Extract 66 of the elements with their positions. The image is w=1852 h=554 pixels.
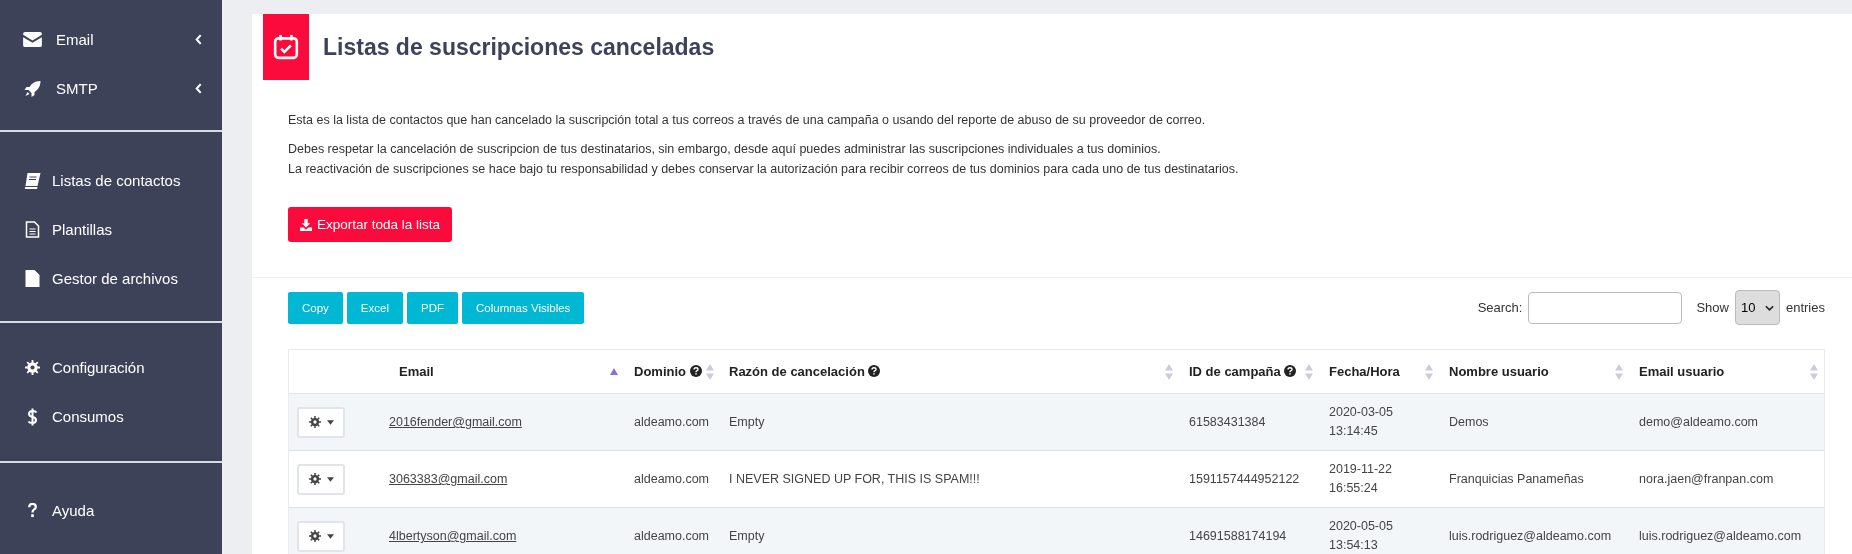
table-cell-text: 13:54:13 [1329, 537, 1379, 554]
column-header[interactable]: Razón de cancelación [719, 350, 1179, 394]
table-cell-text: 13:14:45 [1329, 423, 1379, 440]
gear-icon [308, 416, 321, 428]
description-text: Esta es la lista de contactos que han cancelado la suscripción total a tus correos a través de una campaña o usando del reporte de abuso de su proveedor de correo. [288, 112, 1207, 129]
actions-dropdown[interactable] [297, 463, 345, 495]
file-icon [23, 270, 42, 287]
table-cell: I NEVER SIGNED UP FOR, THIS IS SPAM!!! [729, 472, 980, 486]
show-label: Show [1696, 300, 1729, 315]
download-icon [300, 218, 312, 231]
gear-icon [308, 530, 321, 542]
table-cell: demo@aldeamo.com [1639, 415, 1758, 429]
sidebar-item[interactable]: Plantillas [0, 205, 222, 254]
table-cell: 61583431384 [1189, 415, 1266, 429]
table-cell: Franquicias Panameñas [1449, 472, 1584, 486]
search-label: Search: [1477, 300, 1523, 315]
page-size-select[interactable]: 10 [1734, 290, 1780, 325]
column-header[interactable]: Nombre usuario [1439, 350, 1629, 394]
actions-dropdown[interactable] [297, 520, 345, 552]
sidebar-item[interactable]: Configuración [0, 343, 222, 392]
table-cell: 1591157444952122 [1189, 472, 1300, 486]
page-title: Listas de suscripciones canceladas [323, 33, 715, 61]
sidebar-item[interactable]: SMTP [0, 64, 222, 113]
column-header[interactable]: ID de campaña [1179, 350, 1319, 394]
table-cell-text: 2019-11-22 [1329, 461, 1393, 478]
table-cell: aldeamo.com [634, 472, 710, 486]
gear-icon [23, 360, 42, 375]
envelope-icon [23, 32, 42, 47]
table-cell: luis.rodriguez@aldeamo.com [1449, 529, 1612, 543]
book-icon [23, 172, 42, 189]
caret-icon [326, 419, 334, 425]
table-cell: aldeamo.com [634, 415, 710, 429]
email-link[interactable]: 4lbertyson@gmail.com [389, 529, 517, 543]
gear-icon [308, 473, 321, 485]
sidebar-item[interactable]: Listas de contactos [0, 156, 222, 205]
export-button[interactable]: Exportar toda la lista [288, 207, 453, 242]
sidebar-item[interactable]: Ayuda [0, 486, 222, 535]
table-cell-text: 2020-03-05 [1329, 404, 1394, 421]
table-cell: luis.rodriguez@aldeamo.com [1639, 529, 1802, 543]
sidebar-item[interactable]: Consumos [0, 392, 222, 441]
entries-label: entries [1785, 300, 1825, 315]
column-header[interactable]: Fecha/Hora [1319, 350, 1439, 394]
column-header[interactable]: Dominio [624, 350, 719, 394]
sidebar-item[interactable]: Email [0, 15, 222, 64]
column-header[interactable]: Email usuario [1629, 350, 1824, 394]
caret-icon [326, 533, 334, 539]
document-icon [23, 221, 42, 238]
email-link[interactable]: 2016fender@gmail.com [389, 415, 522, 429]
actions-dropdown[interactable] [297, 406, 345, 438]
table-cell: Demos [1449, 415, 1489, 429]
chevron-down-icon [1764, 304, 1774, 311]
description-text: La reactivación de suscripciones se hace bajo tu responsabilidad y debes conservar la autorización para recibir correos de tus dominios para cada uno de tus destinatarios. [288, 161, 1240, 178]
sidebar-item[interactable]: Gestor de archivos [0, 254, 222, 303]
table-cell: nora.jaen@franpan.com [1639, 472, 1774, 486]
description-text: Debes respetar la cancelación de suscripcion de tus destinatarios, sin embargo, desde aquí puedes administrar las suscripciones individuales a tus dominios. [288, 141, 1162, 158]
table-cell-text: 16:55:24 [1329, 480, 1379, 497]
search-field[interactable] [1528, 291, 1683, 324]
table-cell: 14691588174194 [1189, 529, 1287, 543]
table-cell-text: 2020-05-05 [1329, 518, 1394, 535]
email-link[interactable]: 3063383@gmail.com [389, 472, 508, 486]
table-cell: Empty [729, 415, 765, 429]
table-cell: Empty [729, 529, 765, 543]
column-header[interactable]: Email [389, 350, 624, 394]
rocket-icon [23, 80, 42, 97]
caret-icon [326, 476, 334, 482]
table-cell: aldeamo.com [634, 529, 710, 543]
